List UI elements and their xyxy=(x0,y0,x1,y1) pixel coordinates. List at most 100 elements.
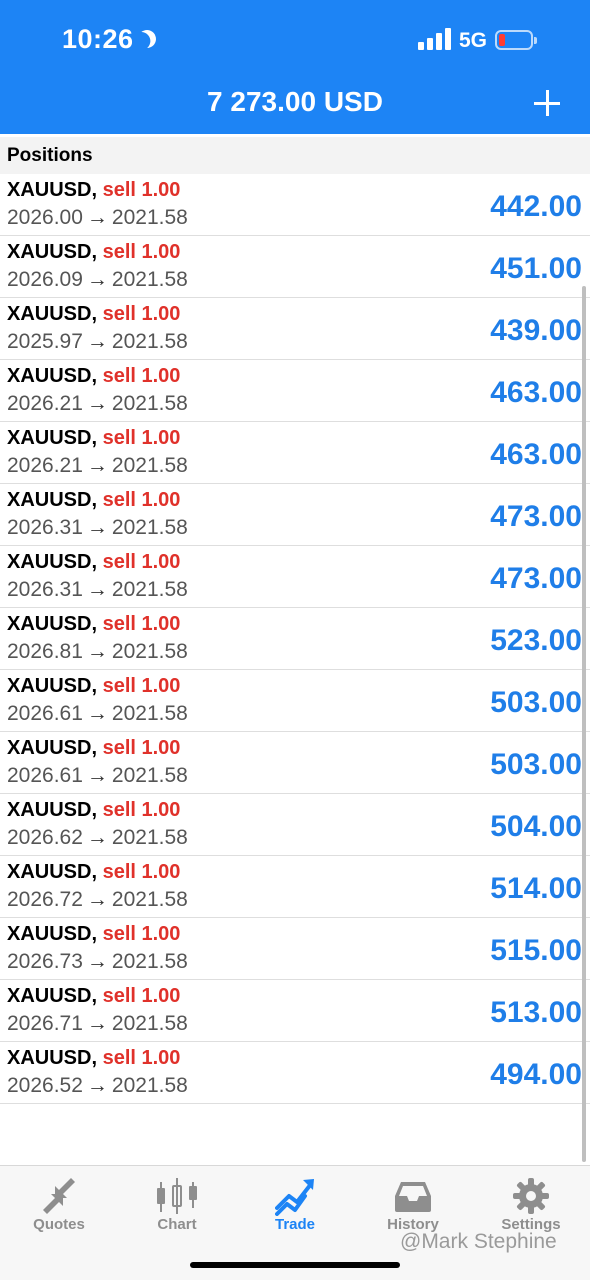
position-symbol: XAUUSD, xyxy=(7,241,98,263)
position-profit: 513.00 xyxy=(490,996,582,1029)
current-price: 2021.58 xyxy=(111,516,188,539)
position-row[interactable]: XAUUSD, sell 1.00 2026.09 → 2021.58 451.00 xyxy=(0,236,590,298)
open-price: 2026.21 xyxy=(7,454,83,477)
tab-quotes[interactable]: Quotes xyxy=(0,1166,118,1246)
position-direction: sell 1.00 xyxy=(102,675,181,697)
position-profit: 494.00 xyxy=(490,1058,582,1091)
home-indicator xyxy=(190,1262,400,1268)
open-price: 2026.09 xyxy=(7,268,83,291)
current-price: 2021.58 xyxy=(111,888,188,911)
position-profit: 503.00 xyxy=(490,686,582,719)
position-title: XAUUSD, sell 1.00 xyxy=(7,179,180,202)
current-price: 2021.58 xyxy=(111,392,188,415)
position-symbol: XAUUSD, xyxy=(7,923,98,945)
position-prices: 2026.21 → 2021.58 xyxy=(7,454,188,478)
open-price: 2026.72 xyxy=(7,888,83,911)
position-prices: 2026.31 → 2021.58 xyxy=(7,578,188,602)
position-symbol: XAUUSD, xyxy=(7,985,98,1007)
position-title: XAUUSD, sell 1.00 xyxy=(7,985,180,1008)
right-arrow-icon: → xyxy=(86,640,108,663)
position-profit: 473.00 xyxy=(490,562,582,595)
position-direction: sell 1.00 xyxy=(102,613,181,635)
open-price: 2026.52 xyxy=(7,1074,83,1097)
position-direction: sell 1.00 xyxy=(102,365,181,387)
position-prices: 2026.61 → 2021.58 xyxy=(7,702,188,726)
position-profit: 451.00 xyxy=(490,252,582,285)
position-row[interactable]: XAUUSD, sell 1.00 2026.71 → 2021.58 513.00 xyxy=(0,980,590,1042)
position-title: XAUUSD, sell 1.00 xyxy=(7,303,180,326)
position-symbol: XAUUSD, xyxy=(7,427,98,449)
network-label: 5G xyxy=(459,29,488,52)
position-title: XAUUSD, sell 1.00 xyxy=(7,241,180,264)
position-row[interactable]: XAUUSD, sell 1.00 2026.52 → 2021.58 494.00 xyxy=(0,1042,590,1104)
position-row[interactable]: XAUUSD, sell 1.00 2026.21 → 2021.58 463.00 xyxy=(0,360,590,422)
tab-trade[interactable]: Trade xyxy=(236,1166,354,1246)
position-row[interactable]: XAUUSD, sell 1.00 2026.31 → 2021.58 473.00 xyxy=(0,546,590,608)
position-prices: 2026.31 → 2021.58 xyxy=(7,516,188,540)
position-row[interactable]: XAUUSD, sell 1.00 2026.62 → 2021.58 504.00 xyxy=(0,794,590,856)
position-prices: 2025.97 → 2021.58 xyxy=(7,330,188,354)
position-row[interactable]: XAUUSD, sell 1.00 2025.97 → 2021.58 439.00 xyxy=(0,298,590,360)
position-row[interactable]: XAUUSD, sell 1.00 2026.00 → 2021.58 442.00 xyxy=(0,174,590,236)
tab-label: Chart xyxy=(157,1216,197,1233)
current-price: 2021.58 xyxy=(111,330,188,353)
tab-label: Quotes xyxy=(33,1216,85,1233)
position-title: XAUUSD, sell 1.00 xyxy=(7,427,180,450)
battery-icon xyxy=(495,30,537,50)
right-arrow-icon: → xyxy=(86,826,108,849)
position-prices: 2026.00 → 2021.58 xyxy=(7,206,188,230)
position-symbol: XAUUSD, xyxy=(7,613,98,635)
position-profit: 442.00 xyxy=(490,190,582,223)
position-symbol: XAUUSD, xyxy=(7,737,98,759)
scrollbar[interactable] xyxy=(582,286,586,1162)
position-profit: 504.00 xyxy=(490,810,582,843)
position-symbol: XAUUSD, xyxy=(7,1047,98,1069)
position-symbol: XAUUSD, xyxy=(7,365,98,387)
position-title: XAUUSD, sell 1.00 xyxy=(7,613,180,636)
right-arrow-icon: → xyxy=(86,206,108,229)
status-time: 10:26 xyxy=(62,24,134,54)
current-price: 2021.58 xyxy=(111,702,188,725)
position-direction: sell 1.00 xyxy=(102,985,181,1007)
gear-icon xyxy=(513,1178,549,1214)
right-arrow-icon: → xyxy=(86,330,108,353)
current-price: 2021.58 xyxy=(111,640,188,663)
position-title: XAUUSD, sell 1.00 xyxy=(7,675,180,698)
position-profit: 463.00 xyxy=(490,376,582,409)
moon-icon xyxy=(135,27,158,50)
open-price: 2026.73 xyxy=(7,950,83,973)
position-row[interactable]: XAUUSD, sell 1.00 2026.61 → 2021.58 503.00 xyxy=(0,732,590,794)
position-prices: 2026.09 → 2021.58 xyxy=(7,268,188,292)
trade-icon xyxy=(275,1179,314,1216)
position-prices: 2026.21 → 2021.58 xyxy=(7,392,188,416)
position-title: XAUUSD, sell 1.00 xyxy=(7,551,180,574)
position-row[interactable]: XAUUSD, sell 1.00 2026.61 → 2021.58 503.00 xyxy=(0,670,590,732)
position-title: XAUUSD, sell 1.00 xyxy=(7,365,180,388)
watermark: @Mark Stephine xyxy=(400,1230,557,1253)
right-arrow-icon: → xyxy=(86,516,108,539)
position-direction: sell 1.00 xyxy=(102,179,181,201)
position-row[interactable]: XAUUSD, sell 1.00 2026.31 → 2021.58 473.00 xyxy=(0,484,590,546)
section-title: Positions xyxy=(7,145,93,166)
current-price: 2021.58 xyxy=(111,578,188,601)
position-profit: 503.00 xyxy=(490,748,582,781)
history-icon xyxy=(395,1182,431,1212)
position-profit: 523.00 xyxy=(490,624,582,657)
open-price: 2025.97 xyxy=(7,330,83,353)
position-row[interactable]: XAUUSD, sell 1.00 2026.21 → 2021.58 463.00 xyxy=(0,422,590,484)
position-profit: 515.00 xyxy=(490,934,582,967)
position-symbol: XAUUSD, xyxy=(7,303,98,325)
position-row[interactable]: XAUUSD, sell 1.00 2026.72 → 2021.58 514.00 xyxy=(0,856,590,918)
right-arrow-icon: → xyxy=(86,1074,108,1097)
position-direction: sell 1.00 xyxy=(102,241,181,263)
positions-list: XAUUSD, sell 1.00 2026.00 → 2021.58 442.00 XA… xyxy=(0,174,590,1104)
account-balance: 7 273.00 USD xyxy=(207,86,383,117)
position-profit: 439.00 xyxy=(490,314,582,347)
position-row[interactable]: XAUUSD, sell 1.00 2026.73 → 2021.58 515.00 xyxy=(0,918,590,980)
right-arrow-icon: → xyxy=(86,888,108,911)
add-position-button[interactable] xyxy=(530,86,564,120)
open-price: 2026.61 xyxy=(7,764,83,787)
tab-chart[interactable]: Chart xyxy=(118,1166,236,1246)
signal-icon xyxy=(418,28,452,50)
position-row[interactable]: XAUUSD, sell 1.00 2026.81 → 2021.58 523.00 xyxy=(0,608,590,670)
